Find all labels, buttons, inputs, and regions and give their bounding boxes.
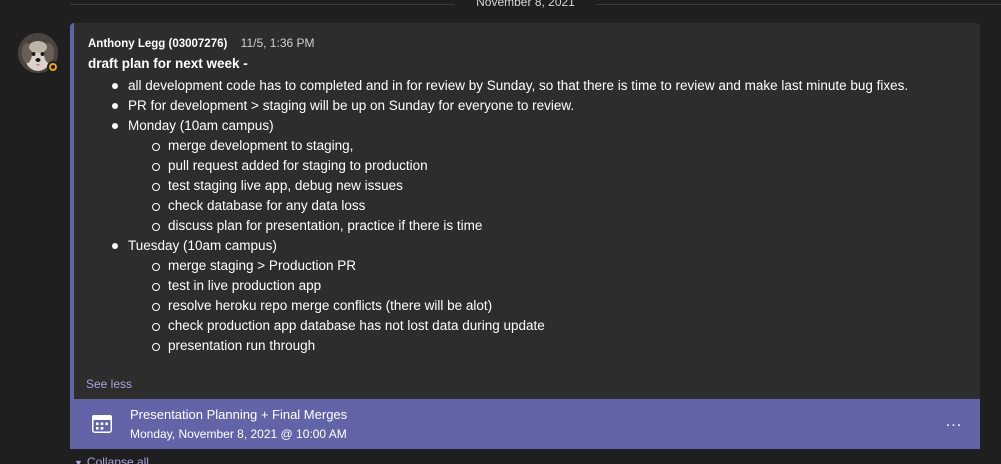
sub-list-item: resolve heroku repo merge conflicts (the… [152,296,908,316]
list-item-text: all development code has to completed an… [128,78,909,93]
sub-list-item: presentation run through [152,336,908,356]
sub-list-item: merge development to staging, [152,136,908,156]
message-header: Anthony Legg (03007276) 11/5, 1:36 PM [88,36,315,50]
collapse-all-button[interactable]: ▼ Collapse all [74,455,149,464]
caret-down-icon: ▼ [74,458,83,464]
meeting-title[interactable]: Presentation Planning + Final Merges [130,407,347,422]
sub-list: merge staging > Production PR test in li… [128,256,908,356]
list-item: Tuesday (10am campus) merge staging > Pr… [112,236,908,356]
meeting-card[interactable]: Presentation Planning + Final Merges Mon… [74,399,980,449]
message-card: Anthony Legg (03007276) 11/5, 1:36 PM dr… [70,23,980,449]
sub-list-item: pull request added for staging to produc… [152,156,908,176]
divider-line-left [70,4,455,5]
list-item-text: Monday (10am campus) [128,118,274,133]
list-item: Monday (10am campus) merge development t… [112,116,908,236]
list-item: PR for development > staging will be up … [112,96,908,116]
meeting-date: Monday, November 8, 2021 @ 10:00 AM [130,427,347,441]
list-item-text: Tuesday (10am campus) [128,238,277,253]
plan-list: all development code has to completed an… [88,76,908,356]
sub-list-item: merge staging > Production PR [152,256,908,276]
sub-list-item: check production app database has not lo… [152,316,908,336]
sub-list-item: test staging live app, debug new issues [152,176,908,196]
away-clock-icon [49,63,57,71]
message-timestamp: 11/5, 1:36 PM [240,36,315,50]
list-item: all development code has to completed an… [112,76,908,96]
sub-list-item: check database for any data loss [152,196,908,216]
sub-list: merge development to staging, pull reque… [128,136,908,236]
message-title: draft plan for next week - [88,56,248,71]
more-options-button[interactable]: ... [942,413,966,435]
sub-list-item: discuss plan for presentation, practice … [152,216,908,236]
presence-status-indicator [47,61,59,73]
calendar-icon [92,415,112,433]
date-divider-label: November 8, 2021 [476,0,575,9]
date-divider: November 8, 2021 [0,0,1001,14]
divider-line-right [596,4,1001,5]
collapse-all-label: Collapse all [86,455,149,464]
list-item-text: PR for development > staging will be up … [128,98,575,113]
author-name[interactable]: Anthony Legg (03007276) [88,38,227,50]
message-body: all development code has to completed an… [88,76,908,356]
sub-list-item: test in live production app [152,276,908,296]
see-less-link[interactable]: See less [86,377,132,391]
